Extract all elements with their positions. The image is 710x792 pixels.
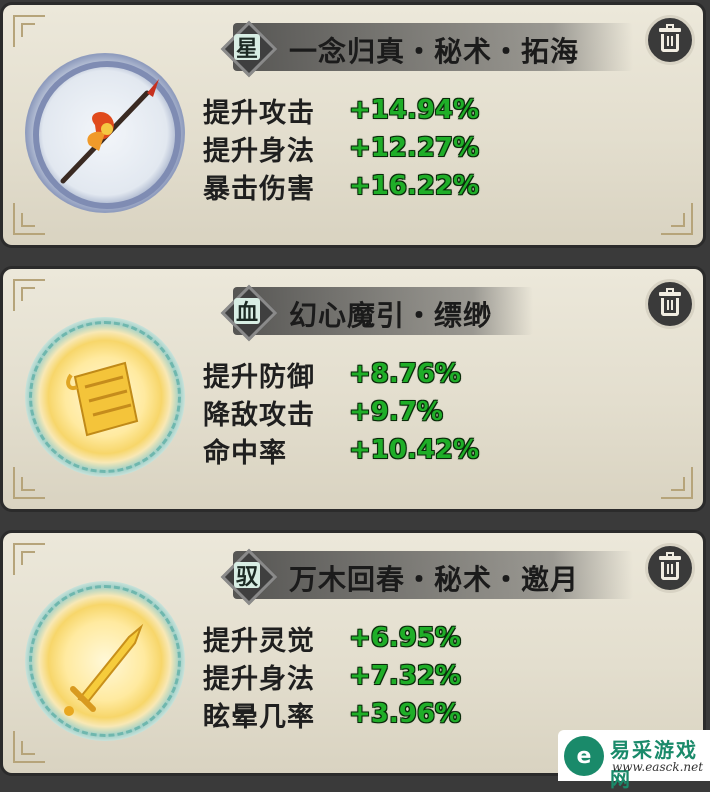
stat-name: 眩晕几率 [203, 701, 315, 733]
category-badge: 星 [220, 20, 278, 78]
skill-card-1: 星 一念归真・秘术・拓海 提升攻击 +14.94% 提升身法 +12.27% 暴… [0, 2, 706, 248]
stat-row: 降敌攻击 +9.7% [203, 393, 479, 431]
scroll-icon [25, 317, 185, 477]
stat-list: 提升攻击 +14.94% 提升身法 +12.27% 暴击伤害 +16.22% [203, 91, 479, 205]
sword-icon [25, 581, 185, 741]
stat-value: +9.7% [349, 397, 443, 427]
stat-value: +16.22% [349, 171, 480, 201]
stat-list: 提升灵觉 +6.95% 提升身法 +7.32% 眩晕几率 +3.96% [203, 619, 461, 733]
stat-row: 暴击伤害 +16.22% [203, 167, 479, 205]
stat-value: +6.95% [349, 623, 461, 653]
watermark: e 易采游戏网 www.easck.net [558, 730, 710, 791]
stat-list: 提升防御 +8.76% 降敌攻击 +9.7% 命中率 +10.42% [203, 355, 479, 469]
corner-ornament [661, 203, 693, 235]
stat-row: 眩晕几率 +3.96% [203, 695, 461, 733]
skill-title-bar: 血 幻心魔引・缥缈 [220, 284, 533, 342]
stat-name: 暴击伤害 [203, 173, 315, 205]
corner-ornament [13, 15, 45, 47]
skill-title-bar: 驭 万木回春・秘术・邀月 [220, 548, 633, 606]
stat-value: +12.27% [349, 133, 480, 163]
site-logo-icon: e [564, 736, 604, 776]
skill-title-bar: 星 一念归真・秘术・拓海 [220, 20, 633, 78]
skill-title: 万木回春・秘术・邀月 [289, 563, 580, 596]
skill-title: 一念归真・秘术・拓海 [289, 35, 580, 68]
trash-icon[interactable] [645, 279, 695, 329]
stat-name: 降敌攻击 [203, 399, 315, 431]
trash-icon[interactable] [645, 543, 695, 593]
stat-value: +14.94% [349, 95, 480, 125]
stat-value: +3.96% [349, 699, 461, 729]
stat-row: 提升防御 +8.76% [203, 355, 479, 393]
stat-name: 提升攻击 [203, 97, 315, 129]
stat-name: 提升灵觉 [203, 625, 315, 657]
corner-ornament [13, 543, 45, 575]
stat-name: 命中率 [203, 437, 287, 469]
stat-value: +8.76% [349, 359, 461, 389]
trash-icon[interactable] [645, 15, 695, 65]
watermark-url: www.easck.net [612, 760, 704, 774]
skill-title: 幻心魔引・缥缈 [289, 299, 493, 332]
skill-card-2: 血 幻心魔引・缥缈 提升防御 +8.76% 降敌攻击 +9.7% 命中率 +10… [0, 266, 706, 512]
category-badge: 驭 [220, 548, 278, 606]
spear-icon [25, 53, 185, 213]
category-badge: 血 [220, 284, 278, 342]
stat-name: 提升防御 [203, 361, 315, 393]
stat-value: +10.42% [349, 435, 480, 465]
stat-row: 提升灵觉 +6.95% [203, 619, 461, 657]
corner-ornament [661, 467, 693, 499]
stat-row: 提升身法 +7.32% [203, 657, 461, 695]
stat-name: 提升身法 [203, 135, 315, 167]
stat-row: 提升身法 +12.27% [203, 129, 479, 167]
stat-row: 命中率 +10.42% [203, 431, 479, 469]
stat-row: 提升攻击 +14.94% [203, 91, 479, 129]
corner-ornament [13, 279, 45, 311]
stat-name: 提升身法 [203, 663, 315, 695]
stat-value: +7.32% [349, 661, 461, 691]
